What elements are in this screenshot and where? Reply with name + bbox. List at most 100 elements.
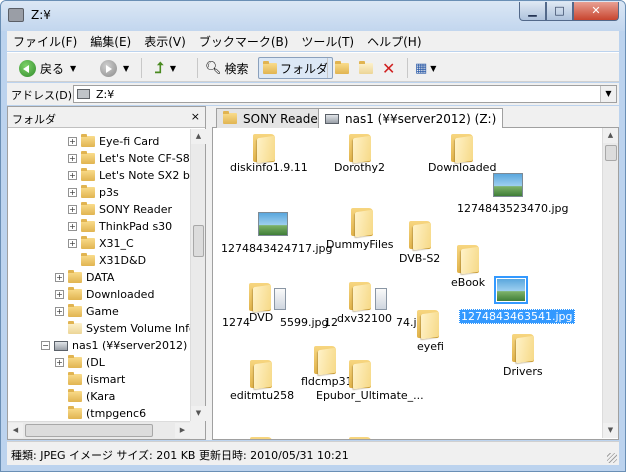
scroll-right-icon[interactable]: ▶ bbox=[175, 423, 190, 438]
back-label: 戻る bbox=[40, 61, 65, 76]
tree-item[interactable]: + p3s bbox=[68, 184, 119, 201]
address-input[interactable]: Z:¥ ▼ bbox=[73, 85, 617, 103]
file-item-label: Downloaded bbox=[428, 161, 497, 174]
status-bar: 種類: JPEG イメージ サイズ: 201 KB 更新日時: 2010/05/… bbox=[7, 441, 619, 465]
tree-item[interactable]: + Game bbox=[55, 303, 119, 320]
move-to-icon bbox=[335, 60, 349, 74]
chevron-down-icon[interactable]: ▼ bbox=[600, 86, 616, 102]
file-list-view[interactable]: ▲ ▼ diskinfo1.9.11 Dorothy2 Downloaded 1274… bbox=[212, 128, 619, 440]
expand-icon[interactable]: + bbox=[55, 273, 64, 282]
tree-item-label: Eye-fi Card bbox=[99, 135, 160, 148]
move-to-button[interactable] bbox=[335, 57, 353, 79]
chevron-down-icon[interactable]: ▼ bbox=[430, 64, 436, 73]
file-icon bbox=[375, 288, 387, 310]
expand-icon[interactable]: + bbox=[68, 154, 77, 163]
maximize-button[interactable]: □ bbox=[546, 2, 573, 21]
menu-file[interactable]: ファイル(F) bbox=[13, 33, 77, 50]
folder-tree-pane: フォルダ × + Eye-fi Card + Let's Note CF-S8 + Let… bbox=[7, 106, 206, 440]
title-bar[interactable]: Z:¥ ▁ □ ✕ bbox=[1, 1, 625, 31]
minimize-button[interactable]: ▁ bbox=[519, 2, 546, 21]
folder-icon bbox=[349, 360, 371, 390]
file-item-label: DVD bbox=[249, 311, 274, 324]
tree-vertical-scrollbar[interactable]: ▲ ▼ bbox=[190, 129, 206, 421]
scroll-thumb[interactable] bbox=[193, 225, 204, 257]
menu-help[interactable]: ヘルプ(H) bbox=[367, 33, 421, 50]
expand-icon[interactable]: + bbox=[55, 307, 64, 316]
menu-bookmark[interactable]: ブックマーク(B) bbox=[199, 33, 289, 50]
tab-strip: SONY Reader nas1 (¥¥server2012) (Z:) bbox=[212, 106, 619, 129]
list-vertical-scrollbar[interactable]: ▲ ▼ bbox=[602, 128, 618, 438]
tree-item[interactable]: + ThinkPad s30 bbox=[68, 218, 172, 235]
tree-item-label: SONY Reader bbox=[99, 203, 173, 216]
expand-icon[interactable]: + bbox=[55, 358, 64, 367]
resize-grip-icon[interactable] bbox=[607, 453, 617, 463]
up-folder-icon: ⮥ bbox=[155, 59, 164, 77]
tree-item[interactable]: System Volume Info bbox=[55, 320, 190, 337]
menu-edit[interactable]: 編集(E) bbox=[90, 33, 131, 50]
collapse-icon[interactable]: − bbox=[41, 341, 50, 350]
up-folder-button[interactable]: ⮥ ▼ bbox=[155, 57, 176, 79]
folder-icon bbox=[263, 60, 277, 74]
forward-button[interactable]: ▼ bbox=[100, 57, 129, 79]
folder-icon bbox=[81, 134, 95, 147]
tree-item-label: (DL bbox=[86, 356, 105, 369]
menu-tools[interactable]: ツール(T) bbox=[301, 33, 354, 50]
tree-item[interactable]: + SONY Reader bbox=[68, 201, 172, 218]
chevron-down-icon[interactable]: ▼ bbox=[70, 64, 76, 73]
chevron-down-icon[interactable]: ▼ bbox=[123, 64, 129, 73]
tree-item[interactable]: + DATA bbox=[55, 269, 114, 286]
tree-item[interactable]: + Let's Note SX2 ba bbox=[68, 167, 190, 184]
scroll-thumb[interactable] bbox=[25, 424, 153, 437]
expand-icon[interactable]: + bbox=[68, 171, 77, 180]
tree-item[interactable]: + X31_C bbox=[68, 235, 134, 252]
close-pane-button[interactable]: × bbox=[191, 110, 200, 123]
views-button[interactable]: ▦ ▼ bbox=[415, 57, 436, 79]
tree-item-label: Game bbox=[86, 305, 119, 318]
search-icon: 🔍︎ bbox=[205, 60, 222, 76]
tree-horizontal-scrollbar[interactable]: ◀ ▶ bbox=[8, 421, 190, 439]
expand-icon[interactable]: + bbox=[68, 137, 77, 146]
tree-item[interactable]: (Kara bbox=[55, 388, 115, 405]
tree-item[interactable]: (tmpgenc6 bbox=[55, 405, 146, 421]
tree-item[interactable]: + Downloaded bbox=[55, 286, 154, 303]
expand-icon[interactable]: + bbox=[68, 222, 77, 231]
content-pane: SONY Reader nas1 (¥¥server2012) (Z:) ▲ ▼… bbox=[212, 106, 619, 440]
expand-icon[interactable]: + bbox=[68, 205, 77, 214]
delete-icon: ✕ bbox=[382, 58, 396, 78]
folder-icon bbox=[253, 134, 275, 164]
back-button[interactable]: 戻る ▼ bbox=[19, 57, 76, 79]
tree-item[interactable]: + (DL bbox=[55, 354, 105, 371]
chevron-down-icon[interactable]: ▼ bbox=[170, 64, 176, 73]
expand-icon[interactable]: + bbox=[68, 188, 77, 197]
folder-icon bbox=[81, 236, 95, 249]
close-button[interactable]: ✕ bbox=[573, 2, 619, 21]
file-item-label: diskinfo1.9.11 bbox=[230, 161, 308, 174]
copy-to-button[interactable] bbox=[359, 57, 377, 79]
folder-icon bbox=[81, 151, 95, 164]
scroll-up-icon[interactable]: ▲ bbox=[191, 129, 206, 144]
expand-icon[interactable]: + bbox=[55, 290, 64, 299]
tree-item[interactable]: + Eye-fi Card bbox=[68, 133, 159, 150]
tree-item[interactable]: + Let's Note CF-S8 bbox=[68, 150, 190, 167]
file-item-label: 1274 bbox=[222, 316, 250, 329]
expand-icon[interactable]: + bbox=[68, 239, 77, 248]
scroll-down-icon[interactable]: ▼ bbox=[191, 406, 206, 421]
scroll-left-icon[interactable]: ◀ bbox=[8, 423, 23, 438]
search-button[interactable]: 🔍︎ 検索 bbox=[205, 57, 249, 79]
tree-item[interactable]: (ismart bbox=[55, 371, 125, 388]
delete-button[interactable]: ✕ bbox=[382, 57, 395, 79]
file-item-label: 5599.jpg bbox=[280, 316, 329, 329]
scroll-up-icon[interactable]: ▲ bbox=[603, 128, 618, 143]
tree-item[interactable]: X31D&D bbox=[68, 252, 146, 269]
folder-pane-toggle[interactable]: フォルダ bbox=[258, 57, 334, 79]
network-drive-icon bbox=[325, 114, 339, 124]
folder-icon bbox=[451, 134, 473, 164]
tab-sony-reader[interactable]: SONY Reader bbox=[216, 108, 330, 128]
image-thumbnail-icon bbox=[258, 212, 288, 236]
scroll-down-icon[interactable]: ▼ bbox=[603, 423, 618, 438]
scroll-thumb[interactable] bbox=[605, 145, 617, 161]
folder-icon bbox=[68, 304, 82, 317]
tree-item[interactable]: − nas1 (¥¥server2012) (Z: bbox=[41, 337, 190, 354]
menu-view[interactable]: 表示(V) bbox=[144, 33, 186, 50]
tab-nas1[interactable]: nas1 (¥¥server2012) (Z:) bbox=[318, 108, 504, 129]
